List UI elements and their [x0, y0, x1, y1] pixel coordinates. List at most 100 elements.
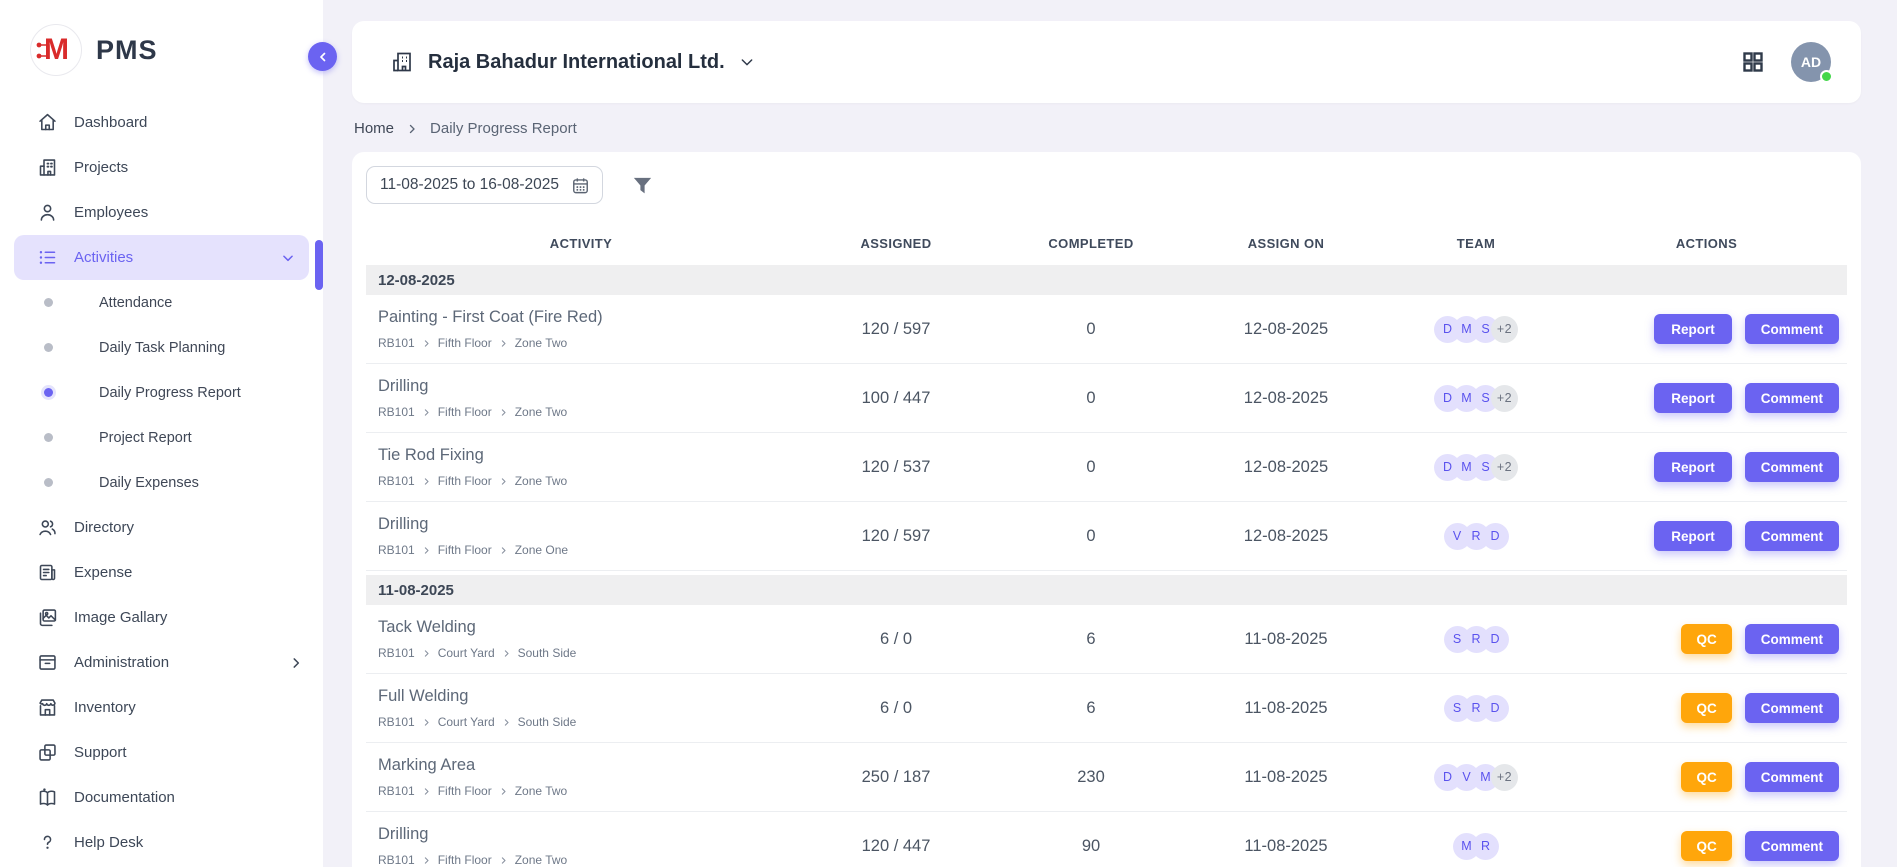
chevron-left-icon [317, 51, 329, 63]
report-button[interactable]: Report [1654, 521, 1732, 551]
location-segment: Court Yard [438, 646, 495, 660]
comment-button[interactable]: Comment [1745, 383, 1839, 413]
sidebar-nav: Dashboard Projects Employees ActivitiesAtte… [0, 100, 323, 865]
team-overflow-badge: +2 [1491, 764, 1518, 791]
chevron-right-icon [499, 408, 508, 417]
logo-icon: M [30, 24, 82, 76]
comment-button[interactable]: Comment [1745, 521, 1839, 551]
sidebar-item-activities[interactable]: Activities [14, 235, 309, 280]
sidebar-item-directory[interactable]: Directory [0, 505, 323, 550]
assign-on-date: 11-08-2025 [1186, 768, 1386, 787]
sidebar-subitem-daily-task-planning[interactable]: Daily Task Planning [0, 325, 323, 370]
table-row: Painting - First Coat (Fire Red) RB101Fi… [366, 295, 1847, 364]
assign-on-date: 12-08-2025 [1186, 458, 1386, 477]
sidebar-item-image-gallary[interactable]: Image Gallary [0, 595, 323, 640]
archive-icon [36, 652, 58, 674]
book-icon [36, 787, 58, 809]
sidebar-item-label: Support [74, 744, 303, 761]
sidebar-item-administration[interactable]: Administration [0, 640, 323, 685]
home-icon [36, 112, 58, 134]
report-button[interactable]: Report [1654, 314, 1732, 344]
assign-on-date: 12-08-2025 [1186, 527, 1386, 546]
comment-button[interactable]: Comment [1745, 762, 1839, 792]
filter-funnel-icon[interactable] [631, 174, 654, 197]
sidebar-subitem-label: Daily Expenses [99, 475, 199, 491]
location-segment: Zone Two [515, 474, 567, 488]
comment-button[interactable]: Comment [1745, 314, 1839, 344]
location-segment: South Side [518, 646, 577, 660]
sidebar-subitem-daily-progress-report[interactable]: Daily Progress Report [0, 370, 323, 415]
report-button[interactable]: Report [1654, 383, 1732, 413]
chevron-down-icon [281, 251, 295, 265]
sidebar-item-projects[interactable]: Projects [0, 145, 323, 190]
chevron-down-icon [739, 54, 755, 70]
bullet-icon [44, 433, 53, 442]
sidebar-subitem-daily-expenses[interactable]: Daily Expenses [0, 460, 323, 505]
team-overflow-badge: +2 [1491, 316, 1518, 343]
row-actions: Report Comment [1566, 383, 1847, 413]
sidebar-subitem-label: Daily Task Planning [99, 340, 225, 356]
row-actions: QC Comment [1566, 624, 1847, 654]
comment-button[interactable]: Comment [1745, 693, 1839, 723]
sidebar-item-expense[interactable]: Expense [0, 550, 323, 595]
chevron-right-icon [499, 339, 508, 348]
top-right-actions: AD [1741, 42, 1831, 82]
company-selector[interactable]: Raja Bahadur International Ltd. [390, 50, 755, 74]
row-actions: QC Comment [1566, 831, 1847, 861]
top-bar: Raja Bahadur International Ltd. AD [352, 21, 1861, 103]
qc-button[interactable]: QC [1681, 762, 1731, 792]
date-range-input[interactable]: 11-08-2025 to 16-08-2025 [366, 166, 603, 204]
sidebar-item-documentation[interactable]: Documentation [0, 775, 323, 820]
column-header-team: TEAM [1386, 236, 1566, 251]
table-row: Tie Rod Fixing RB101Fifth FloorZone Two … [366, 433, 1847, 502]
sidebar-item-help-desk[interactable]: Help Desk [0, 820, 323, 865]
qc-button[interactable]: QC [1681, 624, 1731, 654]
assign-on-date: 12-08-2025 [1186, 320, 1386, 339]
location-segment: Fifth Floor [438, 543, 492, 557]
comment-button[interactable]: Comment [1745, 452, 1839, 482]
comment-button[interactable]: Comment [1745, 624, 1839, 654]
location-segment: Fifth Floor [438, 336, 492, 350]
qc-button[interactable]: QC [1681, 831, 1731, 861]
store-icon [36, 697, 58, 719]
team-member-avatar: D [1482, 695, 1509, 722]
team-avatars: DMS+2 [1386, 316, 1566, 343]
brand[interactable]: M PMS [0, 0, 323, 100]
chevron-right-icon [499, 787, 508, 796]
sidebar-collapse-button[interactable] [308, 42, 337, 71]
location-segment: RB101 [378, 336, 415, 350]
chevron-right-icon [422, 339, 431, 348]
row-actions: QC Comment [1566, 762, 1847, 792]
list-icon [36, 247, 58, 269]
table-row: Drilling RB101Fifth FloorZone One 120 / … [366, 502, 1847, 571]
chevron-right-icon [406, 123, 418, 135]
completed-value: 6 [996, 630, 1186, 649]
sidebar-item-inventory[interactable]: Inventory [0, 685, 323, 730]
sidebar-subitem-attendance[interactable]: Attendance [0, 280, 323, 325]
report-button[interactable]: Report [1654, 452, 1732, 482]
team-avatars: VRD [1386, 523, 1566, 550]
activity-location-path: RB101Fifth FloorZone Two [378, 474, 796, 488]
column-header-activity: ACTIVITY [366, 236, 796, 251]
breadcrumb-home-link[interactable]: Home [354, 120, 394, 137]
comment-button[interactable]: Comment [1745, 831, 1839, 861]
group-date: 11-08-2025 [378, 582, 454, 599]
chevron-right-icon [422, 787, 431, 796]
location-segment: Fifth Floor [438, 853, 492, 867]
sidebar-item-support[interactable]: Support [0, 730, 323, 775]
user-avatar[interactable]: AD [1791, 42, 1831, 82]
chevron-right-icon [422, 856, 431, 865]
sidebar-subitem-project-report[interactable]: Project Report [0, 415, 323, 460]
sidebar-item-dashboard[interactable]: Dashboard [0, 100, 323, 145]
sidebar-item-employees[interactable]: Employees [0, 190, 323, 235]
sidebar-item-label: Employees [74, 204, 303, 221]
team-member-avatar: R [1472, 833, 1499, 860]
apps-grid-icon[interactable] [1741, 50, 1765, 74]
location-segment: Fifth Floor [438, 405, 492, 419]
activity-name: Full Welding [378, 687, 796, 706]
activity-location-path: RB101Court YardSouth Side [378, 646, 796, 660]
sidebar-item-label: Projects [74, 159, 303, 176]
breadcrumb-current: Daily Progress Report [430, 120, 577, 137]
online-status-dot [1820, 70, 1833, 83]
qc-button[interactable]: QC [1681, 693, 1731, 723]
